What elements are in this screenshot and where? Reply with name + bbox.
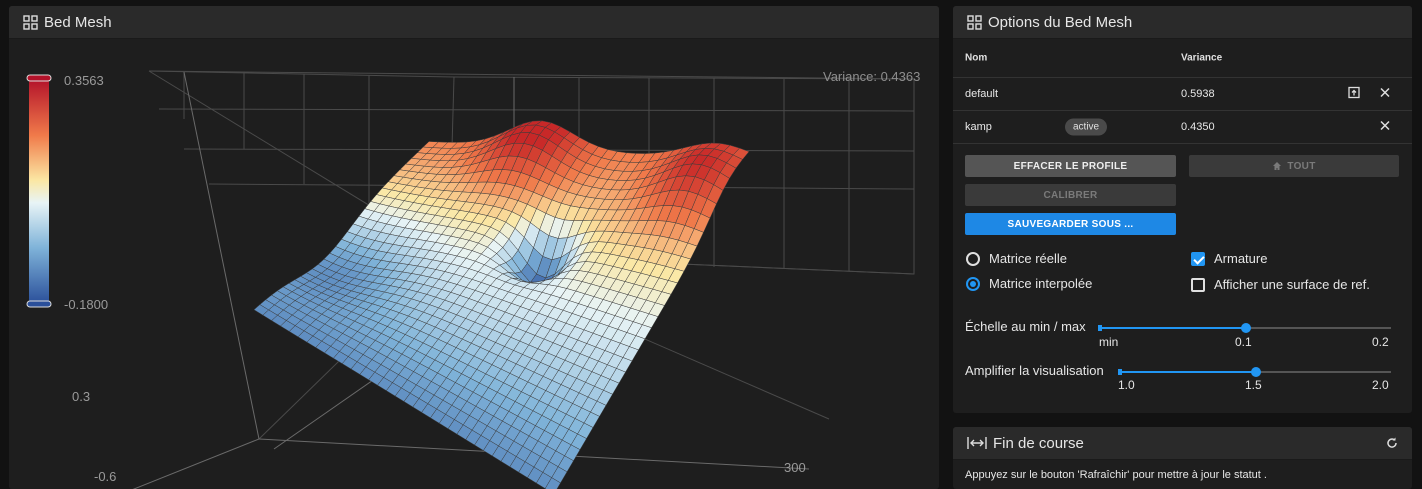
- mesh-options-header: Options du Bed Mesh: [953, 6, 1412, 39]
- home-icon: [1273, 162, 1282, 170]
- profiles-table-header: Nom Variance: [953, 39, 1412, 78]
- x-axis-end-label: 300: [784, 460, 806, 475]
- grid-icon: [967, 14, 982, 30]
- col-name-header: Nom: [965, 52, 988, 64]
- mesh-3d-plot[interactable]: [9, 39, 939, 489]
- endstops-message: Appuyez sur le bouton 'Rafraîchir' pour …: [965, 469, 1267, 481]
- checkbox-ref-surface[interactable]: Afficher une surface de ref.: [1191, 277, 1370, 292]
- colorbar: [29, 79, 49, 304]
- col-variance-header: Variance: [1181, 52, 1223, 64]
- bed-mesh-header: Bed Mesh: [9, 6, 939, 39]
- scale-tick-mid: 0.1: [1235, 335, 1252, 349]
- amp-tick-mid: 1.5: [1245, 378, 1262, 392]
- home-all-button[interactable]: TOUT: [1189, 155, 1399, 177]
- checkbox-box[interactable]: [1191, 251, 1205, 266]
- profile-row-default[interactable]: default 0.5938: [953, 78, 1412, 111]
- profile-name: default: [965, 88, 999, 100]
- clear-profile-button[interactable]: EFFACER LE PROFILE: [965, 155, 1176, 177]
- amp-tick-min: 1.0: [1118, 378, 1135, 392]
- colorbar-min-label: -0.1800: [64, 297, 109, 312]
- checkbox-wireframe[interactable]: Armature: [1191, 251, 1267, 266]
- grid-icon: [23, 14, 38, 30]
- colorbar-max-label: 0.3563: [64, 73, 104, 88]
- amplify-slider-thumb[interactable]: [1251, 367, 1261, 377]
- profile-variance: 0.4350: [1181, 121, 1215, 133]
- colorbar-min-handle[interactable]: [26, 300, 52, 308]
- scale-slider-thumb[interactable]: [1241, 323, 1251, 333]
- refresh-icon[interactable]: [1386, 437, 1398, 449]
- amplify-slider[interactable]: [1118, 367, 1391, 377]
- mesh-options-title: Options du Bed Mesh: [988, 13, 1133, 31]
- radio-interp-label: Matrice interpolée: [989, 276, 1093, 291]
- mesh-options-card: Options du Bed Mesh Nom Variance default…: [953, 6, 1412, 413]
- checkbox-box[interactable]: [1191, 277, 1205, 292]
- home-all-label: TOUT: [1287, 160, 1316, 172]
- active-badge: active: [1065, 118, 1108, 136]
- colorbar-max-handle[interactable]: [26, 74, 52, 82]
- delete-profile-icon[interactable]: [1380, 87, 1390, 101]
- amp-tick-max: 2.0: [1372, 378, 1389, 392]
- scale-slider-label: Échelle au min / max: [965, 319, 1086, 334]
- profile-name: kamp: [965, 121, 992, 133]
- mesh-surface: [253, 120, 750, 489]
- load-profile-icon[interactable]: [1348, 86, 1360, 102]
- calibrate-button[interactable]: CALIBRER: [965, 184, 1176, 206]
- mesh-3d-view[interactable]: 0.3563 -0.1800 Variance: 0.4363 0.3 -0.6…: [9, 39, 939, 489]
- radio-real-matrix[interactable]: Matrice réelle: [966, 251, 1067, 266]
- endstops-header: Fin de course: [953, 427, 1412, 460]
- wireframe-label: Armature: [1214, 251, 1268, 266]
- amplify-slider-label: Amplifier la visualisation: [965, 363, 1104, 378]
- profile-row-kamp[interactable]: kamp active 0.4350: [953, 111, 1412, 144]
- bed-mesh-card: Bed Mesh 0.3563 -0.1800 Variance: 0.4363…: [9, 6, 939, 489]
- radio-real-label: Matrice réelle: [989, 251, 1068, 266]
- profile-variance: 0.5938: [1181, 88, 1215, 100]
- ref-surface-label: Afficher une surface de ref.: [1214, 277, 1370, 292]
- endstops-card: Fin de course Appuyez sur le bouton 'Raf…: [953, 427, 1412, 489]
- save-as-button[interactable]: SAUVEGARDER SOUS ...: [965, 213, 1176, 235]
- z-axis-low-label: -0.6: [94, 469, 117, 484]
- scale-slider[interactable]: [1098, 323, 1391, 333]
- scale-tick-min: min: [1099, 335, 1119, 349]
- endstops-title: Fin de course: [993, 434, 1084, 452]
- scale-tick-max: 0.2: [1372, 335, 1389, 349]
- arrow-left-right-icon: [967, 436, 987, 451]
- bed-mesh-title: Bed Mesh: [44, 13, 112, 31]
- z-axis-high-label: 0.3: [72, 389, 91, 404]
- radio-circle[interactable]: [966, 276, 980, 291]
- radio-circle[interactable]: [966, 251, 980, 266]
- variance-label: Variance: 0.4363: [823, 69, 921, 84]
- delete-profile-icon[interactable]: [1380, 120, 1390, 134]
- radio-interpolated-matrix[interactable]: Matrice interpolée: [966, 276, 1092, 291]
